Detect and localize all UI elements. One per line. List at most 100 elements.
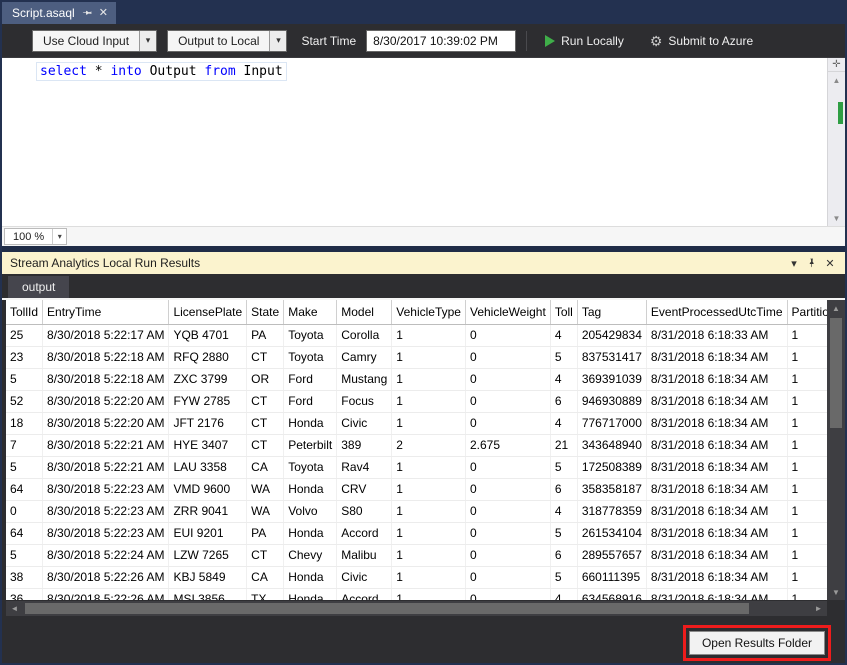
table-cell: Civic <box>337 566 392 588</box>
table-cell: Toyota <box>284 324 337 346</box>
table-cell: ZXC 3799 <box>169 368 247 390</box>
table-row[interactable]: 238/30/2018 5:22:18 AMRFQ 2880CTToyotaCa… <box>6 346 827 368</box>
table-row[interactable]: 528/30/2018 5:22:20 AMFYW 2785CTFordFocu… <box>6 390 827 412</box>
table-cell: CRV <box>337 478 392 500</box>
table-cell: 1 <box>392 346 466 368</box>
tab-script-asaql[interactable]: Script.asaql ✕ <box>2 2 116 24</box>
table-row[interactable]: 58/30/2018 5:22:18 AMZXC 3799ORFordMusta… <box>6 368 827 390</box>
table-cell: 1 <box>392 544 466 566</box>
table-cell: FYW 2785 <box>169 390 247 412</box>
column-header[interactable]: State <box>247 300 284 324</box>
chevron-down-icon[interactable]: ▾ <box>52 229 66 244</box>
table-cell: 1 <box>392 588 466 600</box>
table-cell: 0 <box>465 456 550 478</box>
table-cell: Accord <box>337 522 392 544</box>
editor-vertical-scrollbar[interactable]: ✛ ▲ ▼ <box>827 58 845 226</box>
table-cell: YQB 4701 <box>169 324 247 346</box>
column-header[interactable]: VehicleType <box>392 300 466 324</box>
table-cell: 1 <box>392 456 466 478</box>
table-cell: 38 <box>6 566 43 588</box>
column-header[interactable]: EntryTime <box>43 300 169 324</box>
scroll-up-icon[interactable]: ▲ <box>827 300 845 316</box>
table-cell: 8/30/2018 5:22:21 AM <box>43 434 169 456</box>
column-header[interactable]: LicensePlate <box>169 300 247 324</box>
pin-icon[interactable] <box>82 8 92 18</box>
table-row[interactable]: 648/30/2018 5:22:23 AMVMD 9600WAHondaCRV… <box>6 478 827 500</box>
zoom-level-dropdown[interactable]: 100 % ▾ <box>4 228 67 245</box>
code-editor[interactable]: select * into Output from Input ✛ ▲ ▼ <box>2 58 845 226</box>
table-cell: 318778359 <box>577 500 646 522</box>
document-tab-strip: Script.asaql ✕ <box>2 2 845 24</box>
scroll-up-icon[interactable]: ▲ <box>828 72 845 88</box>
table-cell: 946930889 <box>577 390 646 412</box>
column-header[interactable]: Make <box>284 300 337 324</box>
output-target-dropdown[interactable]: Output to Local ▾ <box>167 30 287 52</box>
code-token: into <box>110 64 141 79</box>
column-header[interactable]: VehicleWeight <box>465 300 550 324</box>
table-cell: CT <box>247 434 284 456</box>
table-cell: 634568916 <box>577 588 646 600</box>
table-cell: 4 <box>550 588 577 600</box>
table-cell: 0 <box>465 346 550 368</box>
table-cell: 8/30/2018 5:22:17 AM <box>43 324 169 346</box>
column-header[interactable]: Tag <box>577 300 646 324</box>
vertical-scroll-thumb[interactable] <box>830 318 842 428</box>
tab-output[interactable]: output <box>8 276 69 298</box>
table-cell: 660111395 <box>577 566 646 588</box>
input-source-dropdown[interactable]: Use Cloud Input ▾ <box>32 30 157 52</box>
toolbar-separator <box>526 31 527 51</box>
window-menu-icon[interactable]: ▾ <box>785 254 803 272</box>
table-cell: 1 <box>392 324 466 346</box>
table-row[interactable]: 258/30/2018 5:22:17 AMYQB 4701PAToyotaCo… <box>6 324 827 346</box>
editor-scroll-track[interactable] <box>828 88 845 210</box>
scroll-right-icon[interactable]: ► <box>810 601 827 616</box>
horizontal-scroll-track[interactable] <box>23 601 810 616</box>
run-locally-button[interactable]: Run Locally <box>537 28 632 54</box>
table-cell: JFT 2176 <box>169 412 247 434</box>
scroll-down-icon[interactable]: ▼ <box>828 210 845 226</box>
submit-to-azure-button[interactable]: ⚙ Submit to Azure <box>642 28 761 54</box>
editor-text-area[interactable]: select * into Output from Input <box>2 58 827 226</box>
table-row[interactable]: 08/30/2018 5:22:23 AMZRR 9041WAVolvoS801… <box>6 500 827 522</box>
header-row: TollIdEntryTimeLicensePlateStateMakeMode… <box>6 300 827 324</box>
table-cell: 8/31/2018 6:18:34 AM <box>646 588 787 600</box>
column-header[interactable]: Toll <box>550 300 577 324</box>
table-row[interactable]: 78/30/2018 5:22:21 AMHYE 3407CTPeterbilt… <box>6 434 827 456</box>
results-horizontal-scrollbar[interactable]: ◄ ► <box>2 600 845 617</box>
table-cell: 0 <box>6 500 43 522</box>
table-cell: 172508389 <box>577 456 646 478</box>
scroll-left-icon[interactable]: ◄ <box>6 601 23 616</box>
close-icon[interactable]: ✕ <box>821 254 839 272</box>
table-row[interactable]: 58/30/2018 5:22:21 AMLAU 3358CAToyotaRav… <box>6 456 827 478</box>
close-icon[interactable]: ✕ <box>99 8 108 19</box>
column-header[interactable]: TollId <box>6 300 43 324</box>
output-target-dropdown-label: Output to Local <box>168 31 269 51</box>
table-cell: 261534104 <box>577 522 646 544</box>
chevron-down-icon[interactable]: ▾ <box>269 31 286 51</box>
column-header[interactable]: EventProcessedUtcTime <box>646 300 787 324</box>
split-handle-icon[interactable]: ✛ <box>828 58 845 72</box>
scroll-down-icon[interactable]: ▼ <box>827 584 845 600</box>
open-results-folder-button[interactable]: Open Results Folder <box>689 631 825 655</box>
table-cell: 36 <box>6 588 43 600</box>
table-cell: 8/31/2018 6:18:34 AM <box>646 412 787 434</box>
table-row[interactable]: 648/30/2018 5:22:23 AMEUI 9201PAHondaAcc… <box>6 522 827 544</box>
chevron-down-icon[interactable]: ▾ <box>139 31 156 51</box>
horizontal-scroll-thumb[interactable] <box>25 603 749 614</box>
table-cell: 8/31/2018 6:18:34 AM <box>646 500 787 522</box>
column-header[interactable]: Model <box>337 300 392 324</box>
start-time-input[interactable] <box>366 30 516 52</box>
table-row[interactable]: 388/30/2018 5:22:26 AMKBJ 5849CAHondaCiv… <box>6 566 827 588</box>
table-cell: Civic <box>337 412 392 434</box>
results-vertical-scrollbar[interactable]: ▲ ▼ <box>827 300 845 600</box>
table-cell: 5 <box>550 346 577 368</box>
vertical-scroll-track[interactable] <box>827 316 845 584</box>
pin-icon[interactable] <box>803 254 821 272</box>
table-cell: 64 <box>6 478 43 500</box>
column-header[interactable]: Partition <box>787 300 827 324</box>
table-cell: WA <box>247 500 284 522</box>
results-tab-strip: output <box>2 274 845 300</box>
table-row[interactable]: 188/30/2018 5:22:20 AMJFT 2176CTHondaCiv… <box>6 412 827 434</box>
table-row[interactable]: 368/30/2018 5:22:26 AMMSI 3856TXHondaAcc… <box>6 588 827 600</box>
table-row[interactable]: 58/30/2018 5:22:24 AMLZW 7265CTChevyMali… <box>6 544 827 566</box>
